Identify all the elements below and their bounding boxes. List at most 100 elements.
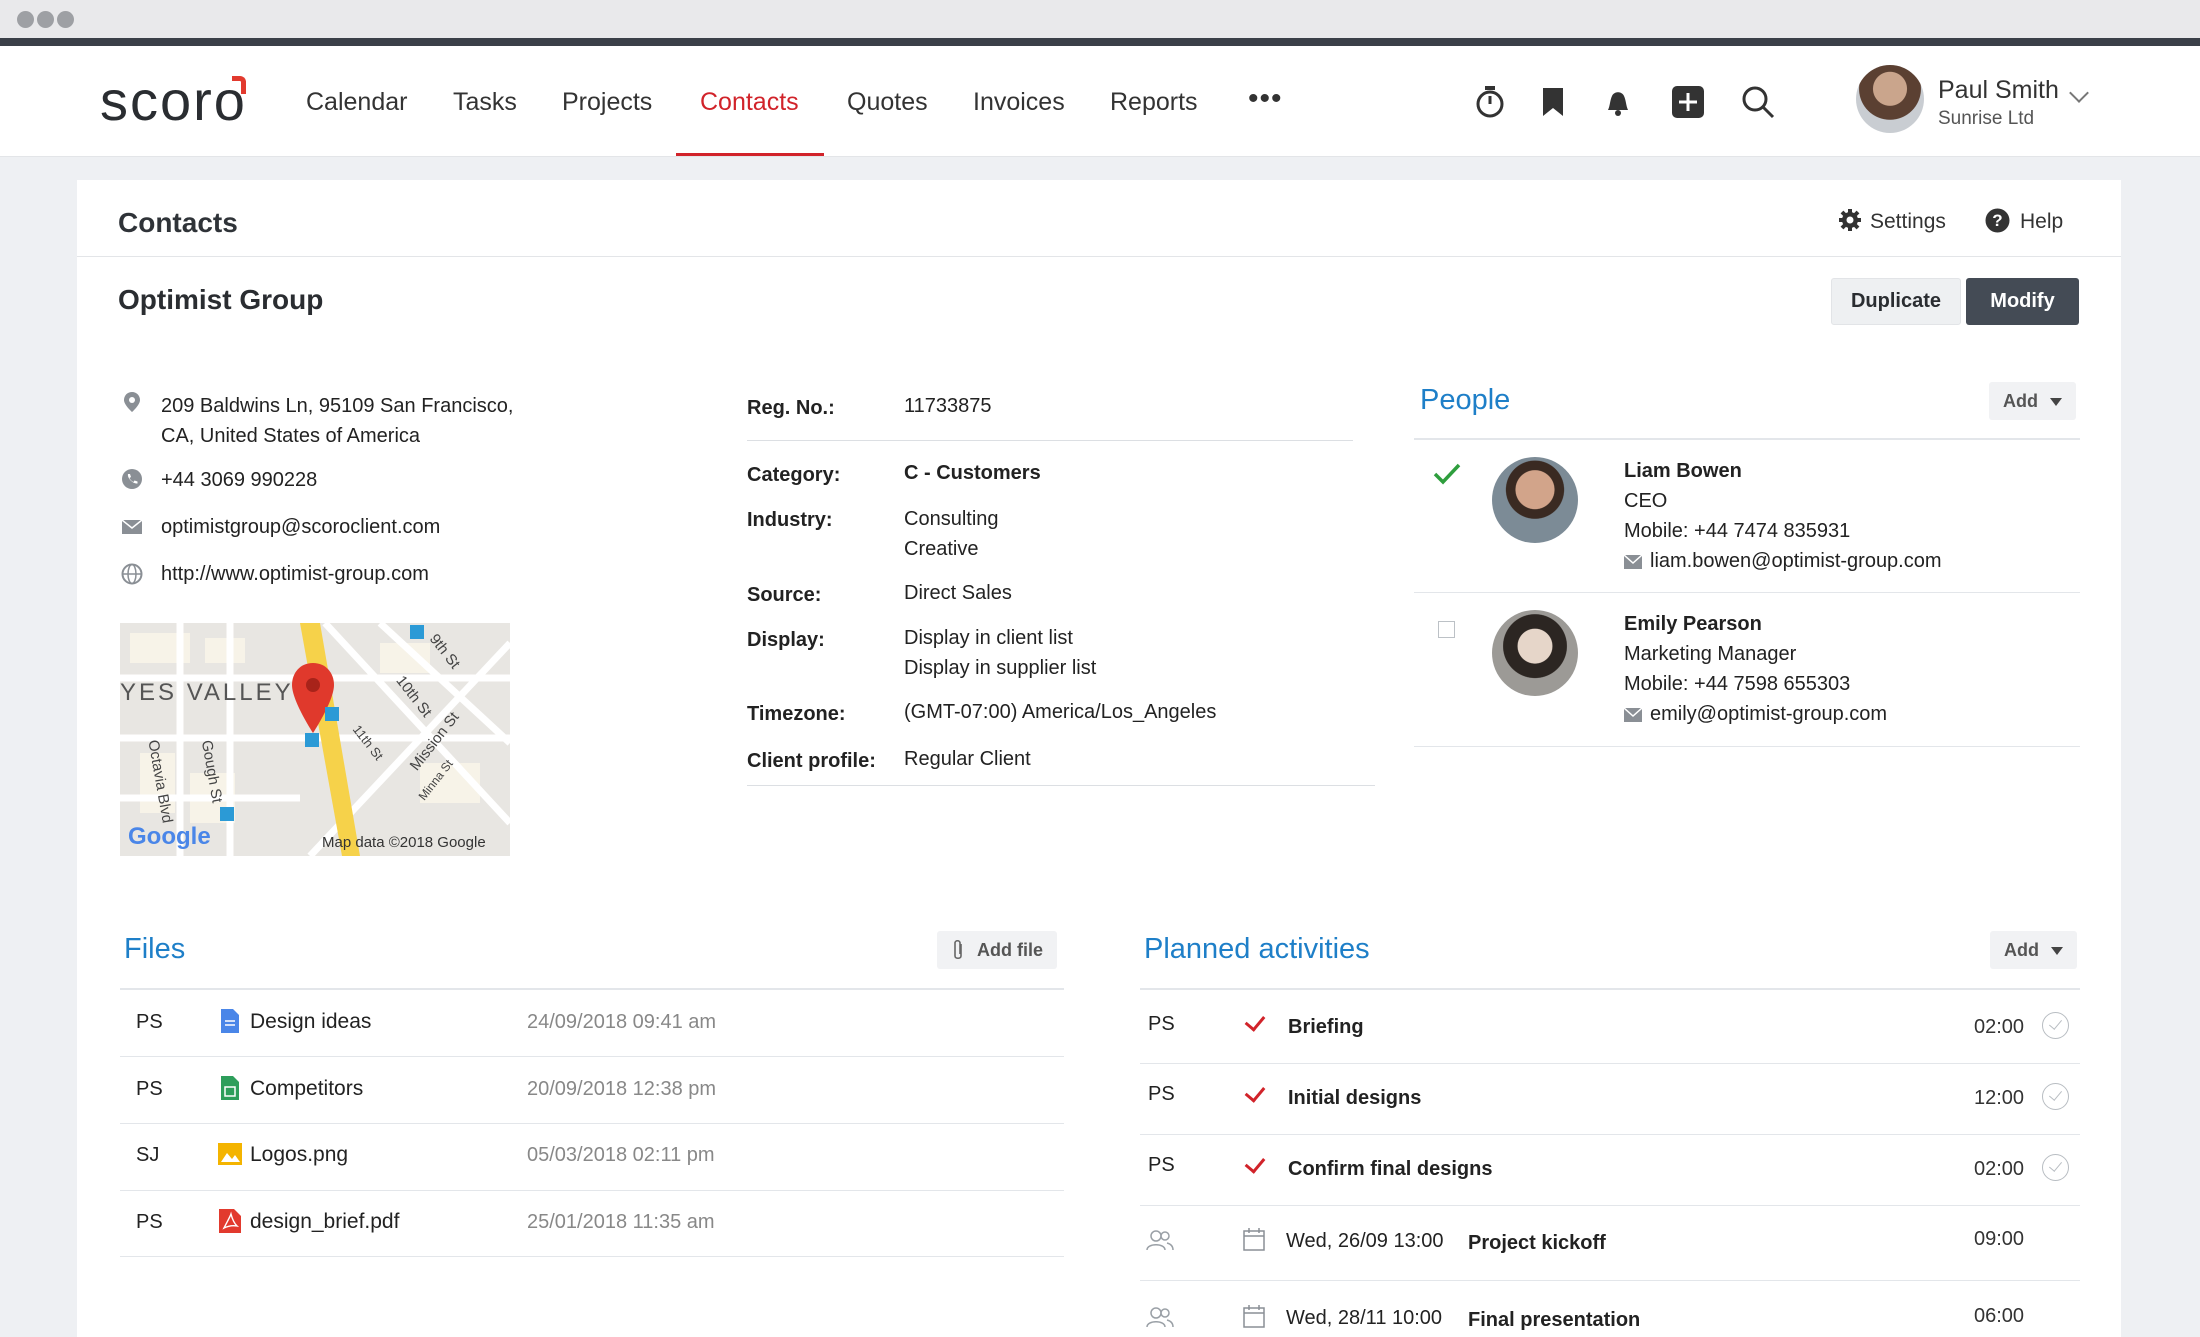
emily-pearson-avatar[interactable]	[1492, 610, 1578, 696]
primary-contact-check-icon[interactable]	[1432, 462, 1462, 486]
chevron-down-icon[interactable]	[2069, 83, 2089, 103]
person-name[interactable]: Emily Pearson	[1624, 613, 1762, 636]
person-role: Marketing Manager	[1624, 643, 1797, 665]
mark-done-icon[interactable]	[2042, 1154, 2069, 1181]
search-icon[interactable]	[1738, 82, 1778, 122]
file-row-divider	[120, 1190, 1064, 1191]
nav-projects[interactable]: Projects	[562, 88, 652, 117]
reg-value: 11733875	[904, 395, 992, 417]
file-owner-initials: PS	[136, 1078, 163, 1100]
user-name[interactable]: Paul Smith	[1938, 76, 2059, 105]
nav-more-menu[interactable]: •••	[1248, 82, 1283, 116]
person-mobile[interactable]: Mobile: +44 7474 835931	[1624, 520, 1850, 543]
liam-bowen-avatar[interactable]	[1492, 457, 1578, 543]
activity-name[interactable]: Final presentation	[1468, 1309, 1640, 1332]
window-maximize-dot[interactable]	[57, 11, 74, 28]
address-line-1: 209 Baldwins Ln, 95109 San Francisco,	[161, 395, 514, 417]
phone-number[interactable]: +44 3069 990228	[161, 465, 317, 495]
meeting-icon	[1146, 1230, 1174, 1251]
company-name: Optimist Group	[118, 284, 324, 315]
file-owner-initials: PS	[136, 1211, 163, 1233]
activity-name[interactable]: Briefing	[1288, 1016, 1364, 1039]
timezone-label: Timezone:	[747, 703, 846, 725]
map-label-yes-valley: YES VALLEY	[120, 679, 294, 706]
meeting-icon	[1146, 1307, 1174, 1328]
activity-row-divider	[1140, 1280, 2080, 1281]
caret-down-icon	[2051, 947, 2063, 955]
add-file-label: Add file	[977, 939, 1043, 960]
help-link[interactable]: Help	[2020, 210, 2063, 234]
nav-quotes[interactable]: Quotes	[847, 88, 928, 117]
person-name[interactable]: Liam Bowen	[1624, 460, 1742, 483]
person-mobile[interactable]: Mobile: +44 7598 655303	[1624, 673, 1850, 696]
window-close-dot[interactable]	[17, 11, 34, 28]
email-icon	[1624, 555, 1642, 569]
activity-duration: 02:00	[1974, 1158, 2025, 1180]
activity-name[interactable]: Initial designs	[1288, 1087, 1421, 1110]
file-date: 05/03/2018 02:11 pm	[527, 1144, 715, 1166]
bell-icon[interactable]	[1598, 82, 1638, 122]
activity-row-divider	[1140, 1063, 2080, 1064]
top-navigation: scoro Calendar Tasks Projects Contacts Q…	[0, 46, 2200, 157]
activity-owner-initials: PS	[1148, 1154, 1175, 1176]
scoro-logo[interactable]: scoro	[100, 68, 247, 133]
activities-add-button[interactable]: Add	[1990, 931, 2077, 969]
mark-done-icon[interactable]	[2042, 1012, 2069, 1039]
source-label: Source:	[747, 584, 822, 606]
location-map[interactable]: YES VALLEY 9th St 10th St 11th St Missio…	[120, 623, 510, 856]
people-add-button[interactable]: Add	[1989, 382, 2076, 420]
nav-invoices[interactable]: Invoices	[973, 88, 1065, 117]
files-title: Files	[124, 933, 186, 965]
primary-contact-checkbox[interactable]	[1438, 621, 1455, 638]
email-address[interactable]: optimistgroup@scoroclient.com	[161, 512, 440, 542]
file-owner-initials: PS	[136, 1011, 163, 1033]
activity-row-divider	[1140, 1205, 2080, 1206]
activity-name[interactable]: Project kickoff	[1468, 1232, 1606, 1255]
gear-icon[interactable]	[1838, 208, 1862, 232]
nav-contacts[interactable]: Contacts	[700, 88, 799, 117]
plus-square-icon[interactable]	[1668, 82, 1708, 122]
people-add-label: Add	[2003, 390, 2038, 411]
details-divider-bottom	[747, 785, 1375, 786]
activity-duration: 09:00	[1974, 1228, 2025, 1250]
modify-button[interactable]: Modify	[1966, 278, 2079, 325]
page-title: Contacts	[118, 207, 238, 238]
user-avatar[interactable]	[1856, 65, 1924, 133]
bookmark-icon[interactable]	[1533, 82, 1573, 122]
source-value: Direct Sales	[904, 582, 1012, 604]
settings-link[interactable]: Settings	[1870, 210, 1946, 234]
globe-icon	[121, 563, 143, 585]
file-name[interactable]: Design ideas	[250, 1010, 371, 1034]
file-date: 20/09/2018 12:38 pm	[527, 1078, 717, 1100]
file-name[interactable]: Competitors	[250, 1077, 363, 1101]
duplicate-button[interactable]: Duplicate	[1831, 278, 1961, 325]
nav-reports[interactable]: Reports	[1110, 88, 1198, 117]
industry-value-1: Consulting	[904, 508, 999, 530]
nav-tasks[interactable]: Tasks	[453, 88, 517, 117]
industry-label: Industry:	[747, 509, 833, 531]
file-row-divider	[120, 1123, 1064, 1124]
website-link[interactable]: http://www.optimist-group.com	[161, 559, 429, 589]
window-minimize-dot[interactable]	[37, 11, 54, 28]
nav-calendar[interactable]: Calendar	[306, 88, 407, 117]
help-icon[interactable]: ?	[1985, 208, 2010, 233]
activities-divider	[1140, 988, 2080, 990]
person-email[interactable]: emily@optimist-group.com	[1650, 703, 1887, 726]
file-name[interactable]: Logos.png	[250, 1143, 348, 1167]
file-name[interactable]: design_brief.pdf	[250, 1210, 399, 1234]
activity-duration: 12:00	[1974, 1087, 2025, 1109]
completed-check-icon	[1244, 1081, 1266, 1103]
activity-owner-initials: PS	[1148, 1013, 1175, 1035]
people-title: People	[1420, 384, 1511, 416]
person-email[interactable]: liam.bowen@optimist-group.com	[1650, 550, 1942, 573]
timer-icon[interactable]	[1470, 82, 1510, 122]
svg-text:?: ?	[1992, 211, 2002, 230]
user-company: Sunrise Ltd	[1938, 108, 2035, 129]
file-owner-initials: SJ	[136, 1144, 160, 1166]
files-divider	[120, 988, 1064, 990]
completed-check-icon	[1244, 1010, 1266, 1032]
mark-done-icon[interactable]	[2042, 1083, 2069, 1110]
activity-name[interactable]: Confirm final designs	[1288, 1158, 1492, 1181]
google-logo: Google	[128, 823, 211, 850]
add-file-button[interactable]: Add file	[937, 931, 1057, 969]
